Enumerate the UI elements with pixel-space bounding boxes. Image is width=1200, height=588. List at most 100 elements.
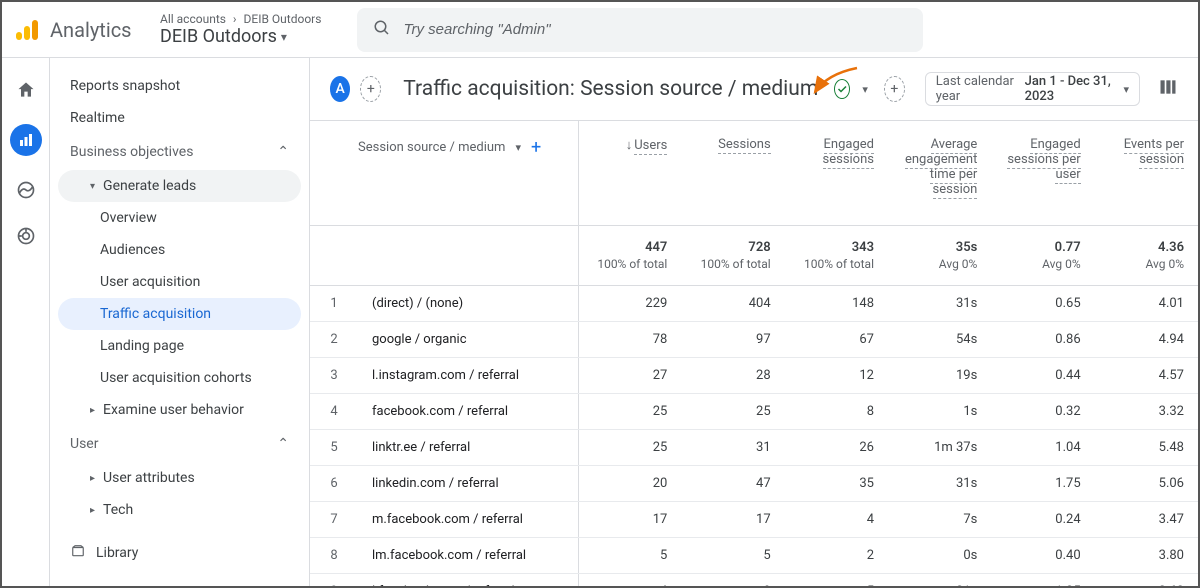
home-icon[interactable] bbox=[14, 78, 38, 102]
sidebar-item-audiences[interactable]: Audiences bbox=[58, 234, 301, 266]
sidebar-item-label: User acquisition bbox=[100, 274, 200, 290]
table-row[interactable]: 7m.facebook.com / referral171747s0.243.4… bbox=[310, 502, 1198, 538]
table-row[interactable]: 5linktr.ee / referral2531261m 37s1.045.4… bbox=[310, 430, 1198, 466]
sidebar-item-cohorts[interactable]: User acquisition cohorts bbox=[58, 362, 301, 394]
metric-cell: 1s bbox=[888, 394, 991, 430]
sidebar-item-tech[interactable]: ▸ Tech bbox=[58, 494, 301, 526]
metric-cell: 54s bbox=[888, 322, 991, 358]
dimension-picker[interactable]: Session source / medium bbox=[358, 140, 505, 155]
chevron-up-icon: ⌃ bbox=[277, 436, 289, 452]
breadcrumb: All accounts › DEIB Outdoors bbox=[160, 12, 321, 26]
add-comparison-button[interactable]: + bbox=[884, 76, 905, 102]
add-dimension-button[interactable]: + bbox=[531, 137, 541, 158]
metric-cell: 4.94 bbox=[1095, 322, 1198, 358]
column-header-engaged-sessions[interactable]: Engaged sessions bbox=[785, 121, 888, 226]
metric-cell: 3.47 bbox=[1095, 502, 1198, 538]
table-row[interactable]: 9l.facebook.com / referral48531s1.253.63 bbox=[310, 574, 1198, 587]
metric-cell: 31 bbox=[681, 430, 784, 466]
metric-cell: 5 bbox=[578, 538, 681, 574]
sidebar-item-landing-page[interactable]: Landing page bbox=[58, 330, 301, 362]
row-index: 5 bbox=[310, 430, 358, 466]
caret-down-icon: ▾ bbox=[281, 30, 287, 44]
metric-cell: 31s bbox=[888, 574, 991, 587]
search-input[interactable] bbox=[403, 21, 907, 38]
sidebar-item-label: Generate leads bbox=[103, 178, 196, 194]
metric-cell: 1.75 bbox=[991, 466, 1094, 502]
date-range-value: Jan 1 - Dec 31, 2023 bbox=[1025, 74, 1116, 104]
analytics-logo-icon bbox=[14, 18, 38, 42]
sidebar-item-library[interactable]: Library bbox=[58, 534, 301, 572]
sidebar-item-label: Realtime bbox=[70, 110, 125, 126]
metric-cell: 3.63 bbox=[1095, 574, 1198, 587]
date-range-picker[interactable]: Last calendar year Jan 1 - Dec 31, 2023 … bbox=[925, 72, 1140, 106]
row-dimension: m.facebook.com / referral bbox=[358, 502, 578, 538]
row-index: 9 bbox=[310, 574, 358, 587]
table-row[interactable]: 6linkedin.com / referral20473531s1.755.0… bbox=[310, 466, 1198, 502]
caret-down-icon[interactable]: ▾ bbox=[515, 141, 521, 154]
sidebar-item-label: Traffic acquisition bbox=[100, 306, 211, 322]
table-row[interactable]: 3l.instagram.com / referral27281219s0.44… bbox=[310, 358, 1198, 394]
metric-cell: 25 bbox=[578, 394, 681, 430]
logo-block: Analytics bbox=[14, 18, 144, 42]
sidebar-item-label: Library bbox=[96, 545, 138, 561]
sidebar-heading-business[interactable]: Business objectives ⌃ bbox=[58, 134, 301, 170]
sort-down-arrow-icon: ↓ bbox=[626, 138, 633, 153]
column-header-engaged-per-user[interactable]: Engaged sessions per user bbox=[991, 121, 1094, 226]
sidebar-item-generate-leads[interactable]: ▾ Generate leads bbox=[58, 170, 301, 202]
row-index: 1 bbox=[310, 286, 358, 322]
metric-cell: 3.32 bbox=[1095, 394, 1198, 430]
reports-icon[interactable] bbox=[10, 124, 42, 156]
sidebar-item-label: Audiences bbox=[100, 242, 165, 258]
column-header-users[interactable]: ↓Users bbox=[578, 121, 681, 226]
metric-cell: 4.57 bbox=[1095, 358, 1198, 394]
sidebar-item-user-attributes[interactable]: ▸ User attributes bbox=[58, 462, 301, 494]
sidebar-heading-label: Business objectives bbox=[70, 144, 193, 160]
report-toolbar: A + Traffic acquisition: Session source … bbox=[310, 58, 1198, 121]
icon-rail bbox=[2, 58, 50, 586]
row-dimension: linkedin.com / referral bbox=[358, 466, 578, 502]
table-row[interactable]: 2google / organic78976754s0.864.94 bbox=[310, 322, 1198, 358]
caret-down-icon[interactable]: ▾ bbox=[862, 83, 868, 96]
sidebar: Reports snapshot Realtime Business objec… bbox=[50, 58, 310, 586]
metric-cell: 5.48 bbox=[1095, 430, 1198, 466]
advertising-icon[interactable] bbox=[14, 224, 38, 248]
metric-cell: 5 bbox=[681, 538, 784, 574]
sidebar-item-user-acquisition[interactable]: User acquisition bbox=[58, 266, 301, 298]
sidebar-item-traffic-acquisition[interactable]: Traffic acquisition bbox=[58, 298, 301, 330]
sidebar-item-overview[interactable]: Overview bbox=[58, 202, 301, 234]
add-segment-button[interactable]: + bbox=[360, 76, 381, 102]
account-picker[interactable]: All accounts › DEIB Outdoors DEIB Outdoo… bbox=[160, 12, 321, 47]
metric-cell: 148 bbox=[785, 286, 888, 322]
table-row[interactable]: 1(direct) / (none)22940414831s0.654.01 bbox=[310, 286, 1198, 322]
metric-cell: 25 bbox=[681, 394, 784, 430]
caret-right-icon: ▸ bbox=[90, 473, 95, 484]
row-dimension: google / organic bbox=[358, 322, 578, 358]
segment-chip[interactable]: A bbox=[330, 76, 350, 102]
sidebar-item-label: Tech bbox=[103, 502, 133, 518]
metric-cell: 47 bbox=[681, 466, 784, 502]
verified-checkmark-icon[interactable] bbox=[834, 79, 850, 99]
row-index: 2 bbox=[310, 322, 358, 358]
metric-cell: 20 bbox=[578, 466, 681, 502]
metric-cell: 26 bbox=[785, 430, 888, 466]
sidebar-item-snapshot[interactable]: Reports snapshot bbox=[58, 70, 301, 102]
sidebar-heading-user[interactable]: User ⌃ bbox=[58, 426, 301, 462]
explore-icon[interactable] bbox=[14, 178, 38, 202]
column-header-events-per-session[interactable]: Events per session bbox=[1095, 121, 1198, 226]
search-bar[interactable] bbox=[357, 8, 923, 52]
metric-cell: 2 bbox=[785, 538, 888, 574]
column-header-sessions[interactable]: Sessions bbox=[681, 121, 784, 226]
metric-cell: 31s bbox=[888, 286, 991, 322]
column-header-avg-engagement[interactable]: Average engagement time per session bbox=[888, 121, 991, 226]
metric-cell: 27 bbox=[578, 358, 681, 394]
date-range-label: Last calendar year bbox=[936, 74, 1017, 104]
sidebar-item-realtime[interactable]: Realtime bbox=[58, 102, 301, 134]
compare-layout-icon[interactable] bbox=[1158, 77, 1178, 101]
table-row[interactable]: 4facebook.com / referral252581s0.323.32 bbox=[310, 394, 1198, 430]
sidebar-item-label: Overview bbox=[100, 210, 157, 226]
search-icon bbox=[373, 19, 391, 41]
table-row[interactable]: 8lm.facebook.com / referral5520s0.403.80 bbox=[310, 538, 1198, 574]
metric-cell: 0.86 bbox=[991, 322, 1094, 358]
row-dimension: l.facebook.com / referral bbox=[358, 574, 578, 587]
sidebar-item-examine-behavior[interactable]: ▸ Examine user behavior bbox=[58, 394, 301, 426]
